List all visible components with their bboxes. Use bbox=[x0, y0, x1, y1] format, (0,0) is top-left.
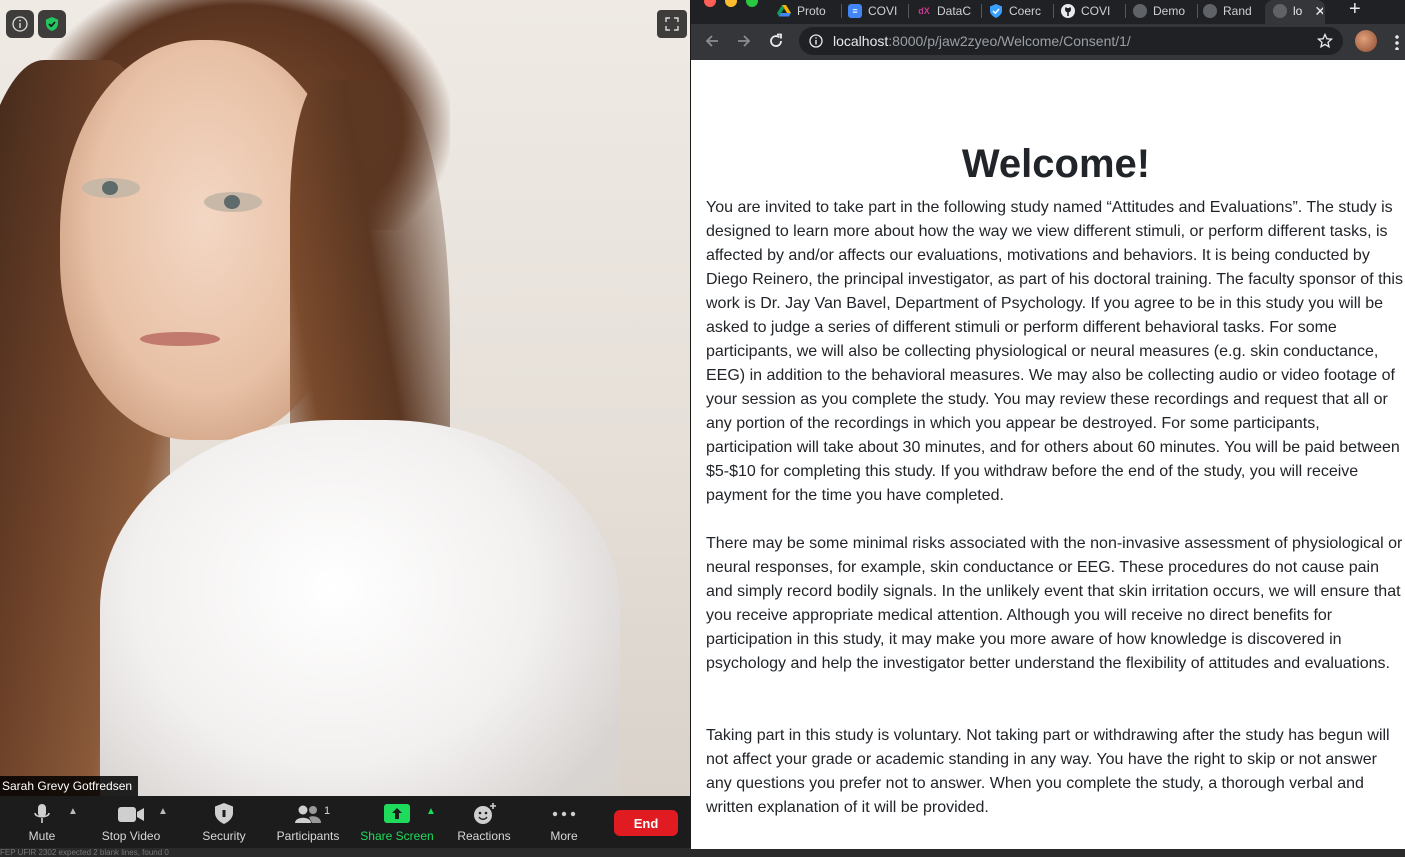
tab-divider bbox=[908, 4, 909, 18]
info-icon[interactable] bbox=[6, 10, 34, 38]
fullscreen-icon[interactable] bbox=[657, 10, 687, 38]
tab-proto[interactable]: Proto bbox=[777, 0, 835, 22]
tab-label: Rand bbox=[1223, 4, 1252, 18]
security-button[interactable]: Security bbox=[196, 796, 252, 848]
tab-demo[interactable]: Demo bbox=[1133, 0, 1191, 22]
end-meeting-button[interactable]: End bbox=[614, 810, 678, 836]
shield-icon bbox=[215, 803, 233, 824]
video-eye-left bbox=[82, 178, 140, 198]
page-title: Welcome! bbox=[961, 142, 1151, 186]
reload-icon[interactable] bbox=[765, 30, 787, 52]
reactions-button[interactable]: Reactions bbox=[452, 796, 516, 848]
share-screen-label: Share Screen bbox=[360, 829, 434, 843]
chevron-up-icon[interactable]: ▲ bbox=[426, 806, 436, 817]
tab-label: COVI bbox=[1081, 4, 1111, 18]
tab-localhost[interactable]: lo ✕ bbox=[1273, 0, 1323, 22]
chevron-up-icon[interactable]: ▲ bbox=[68, 806, 78, 817]
address-bar[interactable]: localhost:8000/p/jaw2zyeo/Welcome/Consen… bbox=[799, 27, 1343, 55]
globe-icon bbox=[1273, 4, 1287, 18]
close-tab-icon[interactable]: ✕ bbox=[1314, 3, 1323, 20]
background-status-text: FEP UFIR 2302 expected 2 blank lines, fo… bbox=[0, 848, 1405, 857]
more-button[interactable]: More bbox=[542, 796, 586, 848]
meeting-toolbar: Mute ▲ Stop Video ▲ Security 1 Participa… bbox=[0, 796, 690, 848]
tab-divider bbox=[1053, 4, 1054, 18]
share-screen-button[interactable]: Share Screen bbox=[356, 796, 438, 848]
shield-check-icon[interactable] bbox=[38, 10, 66, 38]
consent-paragraph: There may be some minimal risks associat… bbox=[706, 535, 1403, 672]
reactions-label: Reactions bbox=[457, 829, 511, 843]
video-eye-right bbox=[204, 192, 262, 212]
menu-icon[interactable] bbox=[1395, 34, 1399, 50]
video-camera-icon bbox=[118, 807, 144, 822]
tab-label: COVI bbox=[868, 4, 898, 18]
tab-rand[interactable]: Rand bbox=[1203, 0, 1261, 22]
shield-icon bbox=[989, 4, 1003, 18]
tab-divider bbox=[1197, 4, 1198, 18]
security-label: Security bbox=[202, 829, 246, 843]
participants-count: 1 bbox=[324, 805, 331, 817]
google-drive-icon bbox=[777, 4, 791, 18]
new-tab-icon[interactable]: + bbox=[1349, 0, 1361, 21]
url-text: localhost:8000/p/jaw2zyeo/Welcome/Consen… bbox=[833, 33, 1131, 49]
video-mouth bbox=[140, 332, 220, 346]
microphone-icon bbox=[34, 804, 50, 823]
participants-button[interactable]: 1 Participants bbox=[270, 796, 346, 848]
chevron-up-icon[interactable]: ▲ bbox=[158, 806, 168, 817]
tab-label: Coerc bbox=[1009, 4, 1042, 18]
tab-label: DataC bbox=[937, 4, 972, 18]
tab-label: Proto bbox=[797, 4, 826, 18]
forward-icon[interactable] bbox=[733, 30, 755, 52]
url-path: :8000/p/jaw2zyeo/Welcome/Consent/1/ bbox=[888, 33, 1131, 49]
maximize-window-button[interactable] bbox=[746, 0, 758, 7]
tab-divider bbox=[1125, 4, 1126, 18]
stop-video-button[interactable]: Stop Video bbox=[96, 796, 166, 848]
consent-paragraph: Taking part in this study is voluntary. … bbox=[706, 727, 1390, 816]
participants-label: Participants bbox=[276, 829, 340, 843]
ellipsis-icon bbox=[552, 811, 576, 817]
tab-covid-doc[interactable]: ≡ COVI bbox=[848, 0, 902, 22]
tab-datacamp[interactable]: dX DataC bbox=[917, 0, 975, 22]
share-arrow-icon bbox=[384, 804, 410, 823]
browser-toolbar: localhost:8000/p/jaw2zyeo/Welcome/Consen… bbox=[691, 24, 1405, 60]
github-icon bbox=[1061, 4, 1075, 18]
participant-name-label: Sarah Grevy Gotfredsen bbox=[0, 776, 139, 796]
tab-covid-github[interactable]: COVI bbox=[1061, 0, 1119, 22]
zoom-window: Sarah Grevy Gotfredsen Mute ▲ Stop Video… bbox=[0, 0, 690, 857]
tab-coerc[interactable]: Coerc bbox=[989, 0, 1047, 22]
tab-divider bbox=[981, 4, 982, 18]
globe-icon bbox=[1133, 4, 1147, 18]
browser-window: Proto ≡ COVI dX DataC Coerc COVI Demo Ra… bbox=[691, 0, 1405, 849]
more-label: More bbox=[550, 829, 578, 843]
mute-label: Mute bbox=[28, 829, 56, 843]
stop-video-label: Stop Video bbox=[101, 829, 161, 843]
tab-label: Demo bbox=[1153, 4, 1186, 18]
tab-label: lo bbox=[1293, 4, 1303, 18]
meeting-info-group bbox=[6, 10, 66, 38]
smiley-plus-icon bbox=[474, 803, 496, 824]
people-icon bbox=[295, 805, 321, 823]
globe-icon bbox=[1203, 4, 1217, 18]
tab-divider bbox=[841, 4, 842, 18]
consent-paragraph: You are invited to take part in the foll… bbox=[706, 199, 1403, 504]
minimize-window-button[interactable] bbox=[725, 0, 737, 7]
google-docs-icon: ≡ bbox=[848, 4, 862, 18]
star-icon[interactable] bbox=[1317, 33, 1333, 49]
back-icon[interactable] bbox=[701, 30, 723, 52]
page-content: Welcome! You are invited to take part in… bbox=[691, 60, 1405, 849]
edx-icon: dX bbox=[918, 6, 930, 16]
url-host: localhost bbox=[833, 33, 889, 49]
info-icon[interactable] bbox=[809, 34, 823, 48]
close-window-button[interactable] bbox=[704, 0, 716, 7]
avatar[interactable] bbox=[1355, 30, 1377, 52]
tab-bar: Proto ≡ COVI dX DataC Coerc COVI Demo Ra… bbox=[691, 0, 1405, 24]
video-shirt bbox=[100, 420, 620, 796]
participant-video bbox=[0, 0, 690, 796]
mute-button[interactable]: Mute bbox=[22, 796, 62, 848]
